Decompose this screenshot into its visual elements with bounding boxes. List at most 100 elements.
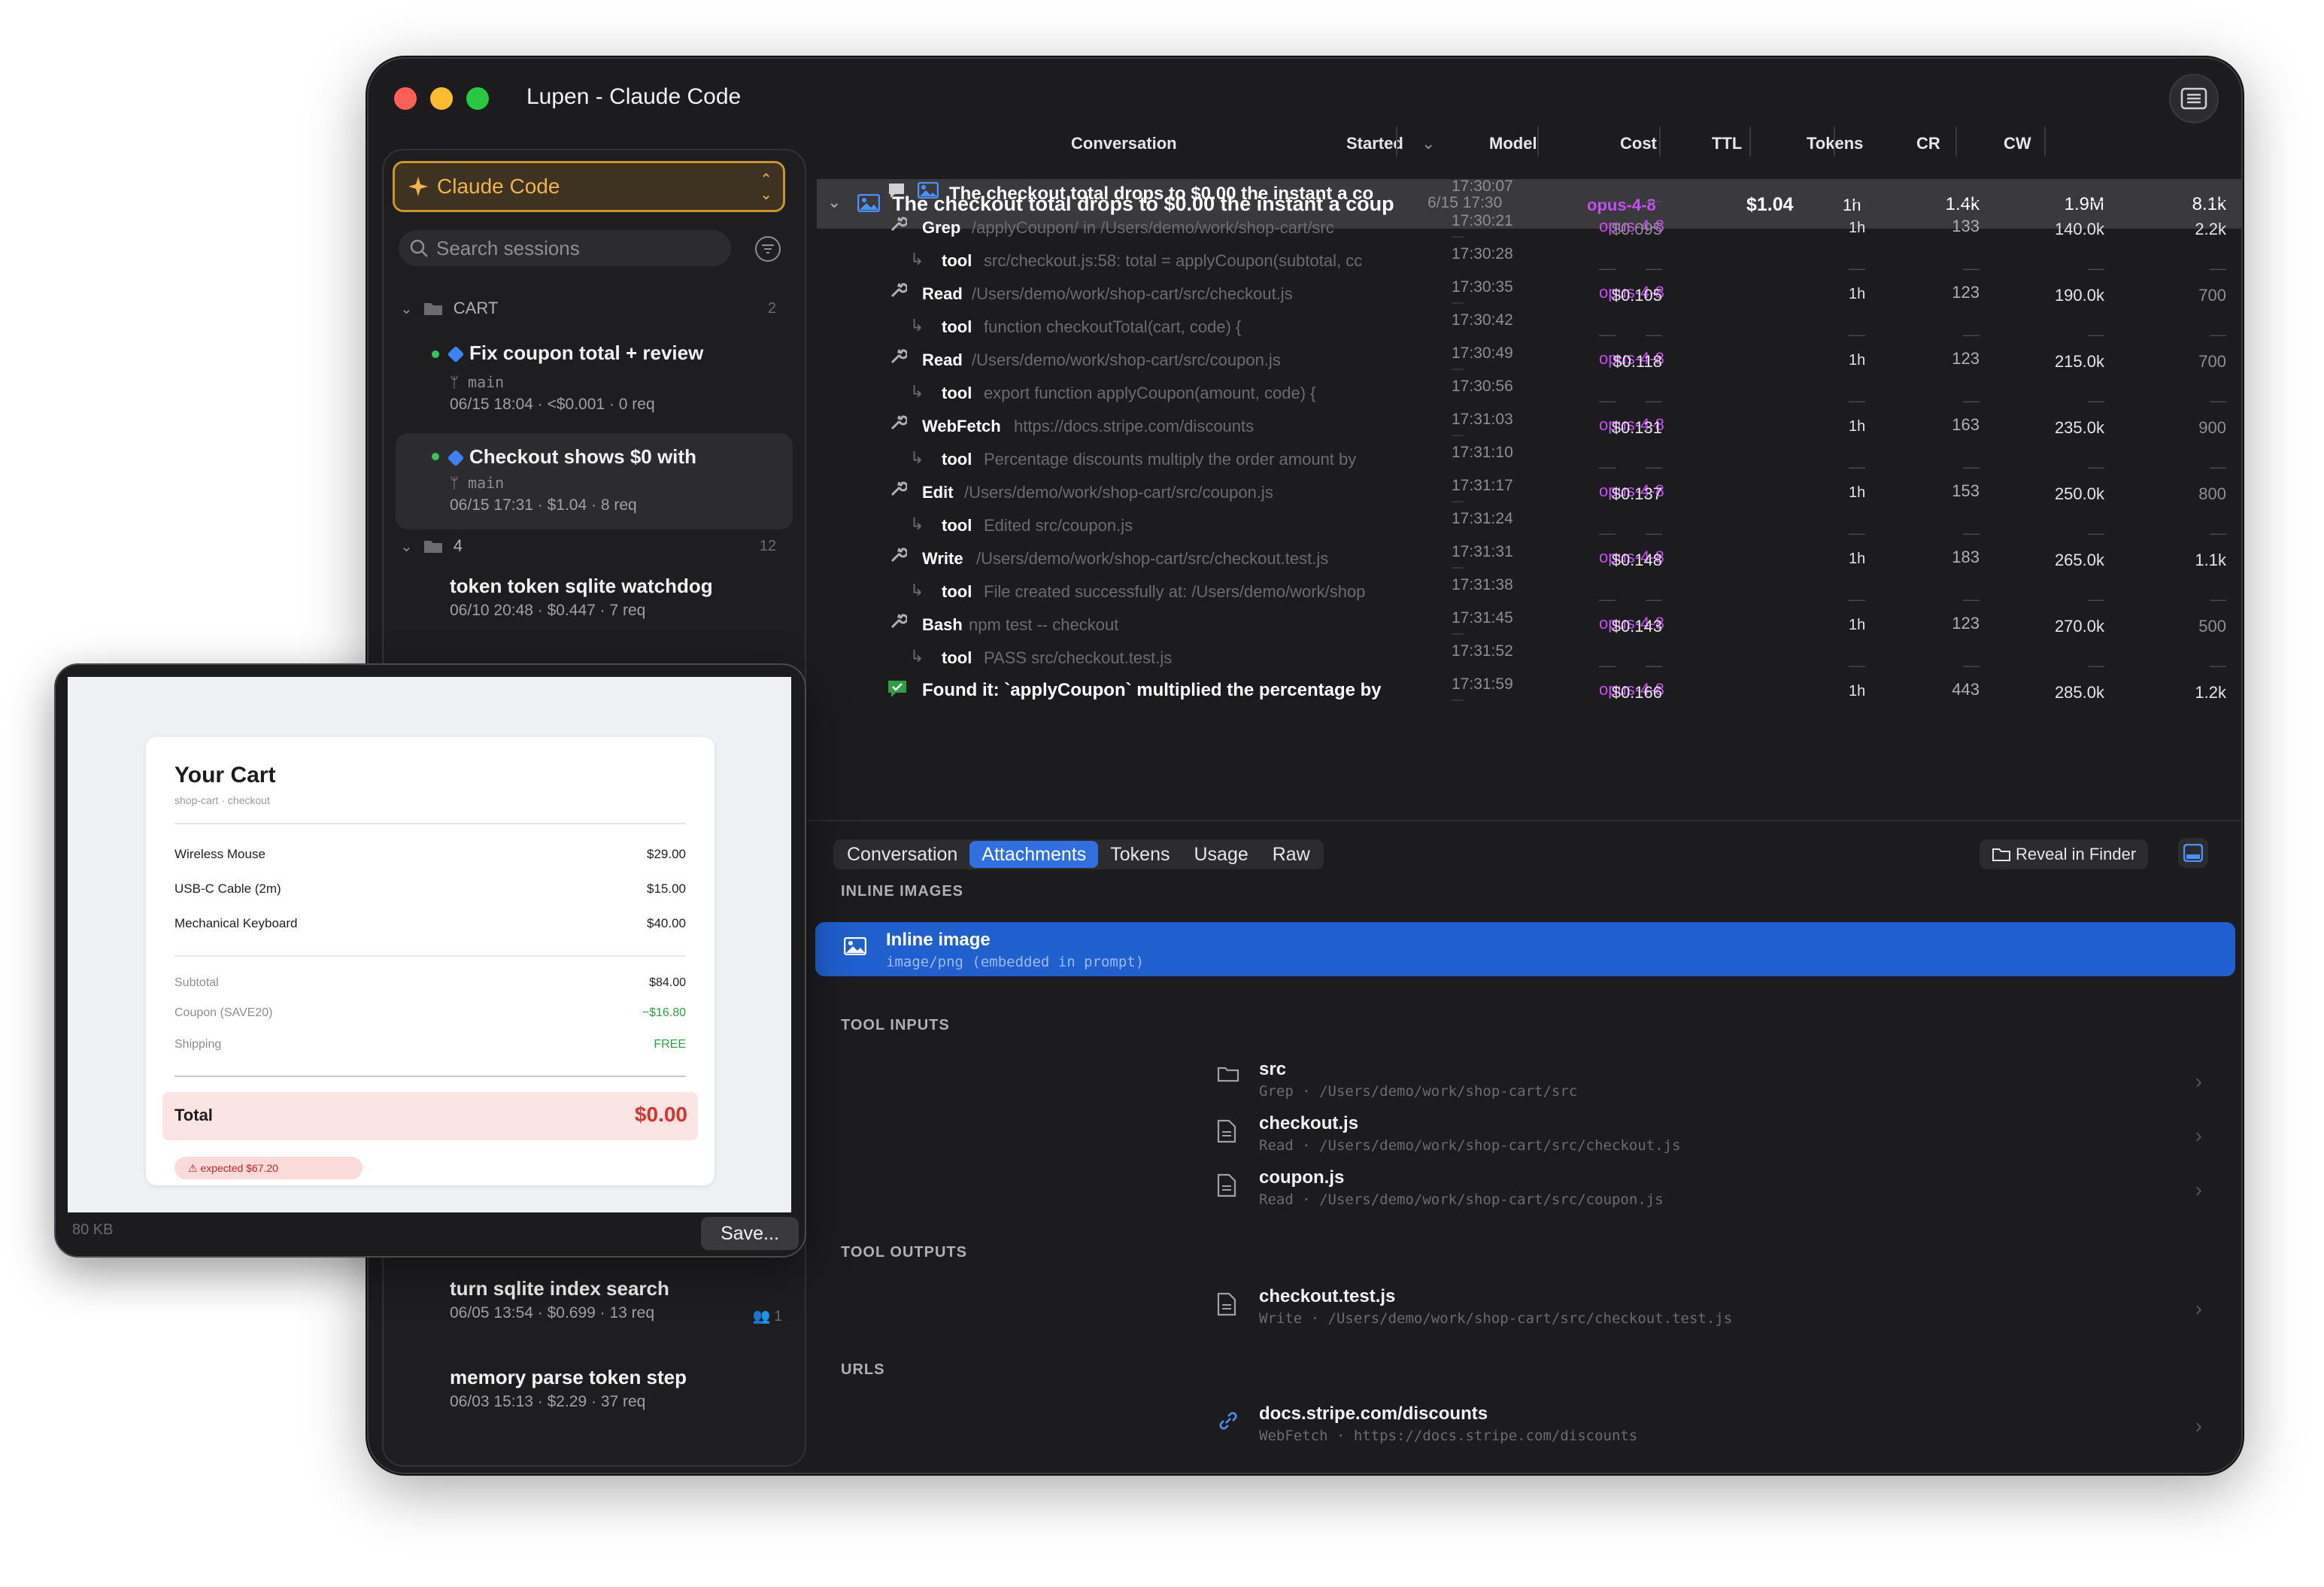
tool-result-row[interactable]: ↳ tool File created successfully at: /User… <box>820 576 2241 609</box>
dash: — <box>1599 656 1616 675</box>
session-meta: 06/10 20:48 · $0.447 · 7 req <box>450 602 646 619</box>
session-item[interactable]: Fix coupon total + review ᛘ main 06/15 1… <box>396 334 793 417</box>
tool-call-row[interactable]: Write/Users/demo/work/shop-cart/src/chec… <box>820 543 2241 576</box>
search-field[interactable]: Search sessions <box>399 230 731 266</box>
wrench-icon <box>890 481 907 496</box>
dash: — <box>1599 325 1616 344</box>
session-item[interactable]: turn sqlite index search 06/05 13:54 · $… <box>396 1274 793 1334</box>
close-window-button[interactable] <box>394 87 417 110</box>
tool-name: Edit <box>922 483 954 502</box>
attachment-item[interactable]: checkout.test.js Write · /Users/demo/work… <box>820 1286 2241 1340</box>
attachment-item[interactable]: src Grep · /Users/demo/work/shop-cart/src… <box>820 1059 2241 1113</box>
divider <box>174 955 686 957</box>
time-cell: 17:31:17 <box>1452 477 1513 494</box>
tab-usage[interactable]: Usage <box>1182 841 1260 868</box>
session-item[interactable]: token token sqlite watchdog 06/10 20:48 … <box>396 572 793 632</box>
zoom-window-button[interactable] <box>466 87 489 110</box>
column-divider <box>1396 126 1397 156</box>
tool-result-row[interactable]: ↳ tool export function applyCoupon(amount,… <box>820 378 2241 411</box>
tool-label: tool <box>942 516 972 535</box>
tab-raw[interactable]: Raw <box>1261 841 1322 868</box>
table-header: Conversation Started ⌄ Model Cost TTL To… <box>820 134 2241 159</box>
group-header-4[interactable]: ⌄ 4 12 <box>400 531 776 561</box>
cost-cell: $0.118 <box>1613 352 1662 371</box>
tab-conversation[interactable]: Conversation <box>835 841 969 868</box>
dash: — <box>1849 391 1865 410</box>
save-button[interactable]: Save... <box>701 1217 799 1250</box>
inspector-toggle-button[interactable] <box>2169 74 2219 123</box>
reveal-in-finder-button[interactable]: Reveal in Finder <box>1980 839 2149 869</box>
cost-cell: $0.105 <box>1611 286 1662 305</box>
attachment-item[interactable]: docs.stripe.com/discounts WebFetch · http… <box>820 1403 2241 1458</box>
coupon-label: Coupon (SAVE20) <box>174 1006 273 1019</box>
chevron-updown-icon: ⌃ ⌄ <box>760 171 772 203</box>
dash: — <box>1599 391 1616 410</box>
session-branch: main <box>468 373 505 391</box>
col-cost[interactable]: Cost <box>1620 134 1657 153</box>
col-conversation[interactable]: Conversation <box>1071 134 1177 153</box>
cw-cell: 900 <box>2198 418 2226 437</box>
source-picker[interactable]: Claude Code ⌃ ⌄ <box>393 161 785 212</box>
session-item-selected[interactable]: Checkout shows $0 with ᛘ main 06/15 17:3… <box>396 433 793 530</box>
dash: — <box>2088 259 2104 278</box>
dash: — <box>2088 191 2104 210</box>
column-divider <box>1834 126 1835 156</box>
tab-tokens[interactable]: Tokens <box>1098 841 1182 868</box>
tool-result-row[interactable]: ↳ tool PASS src/checkout.test.js 17:31:52 — —… <box>820 642 2241 675</box>
tool-result-row[interactable]: ↳ tool src/checkout.js:58: total = applyCo… <box>820 245 2241 278</box>
col-model[interactable]: Model <box>1489 134 1537 153</box>
tab-attachments[interactable]: Attachments <box>969 841 1099 868</box>
total-value: $0.00 <box>634 1103 687 1126</box>
inline-image-item[interactable]: Inline image image/png (embedded in prom… <box>815 922 2235 976</box>
toggle-panel-button[interactable] <box>2178 838 2208 868</box>
minimize-window-button[interactable] <box>430 87 453 110</box>
attachment-item[interactable]: coupon.js Read · /Users/demo/work/shop-ca… <box>820 1167 2241 1221</box>
dash: — <box>1849 523 1865 542</box>
column-divider <box>1659 126 1661 156</box>
tool-output: src/checkout.js:58: total = applyCoupon(… <box>984 251 1363 270</box>
attachment-item[interactable]: checkout.js Read · /Users/demo/work/shop-… <box>820 1113 2241 1167</box>
tool-call-row[interactable]: Grep/applyCoupon/ in /Users/demo/work/sh… <box>820 212 2241 245</box>
tool-call-row[interactable]: WebFetch https://docs.stripe.com/discount… <box>820 411 2241 444</box>
group-name: 4 <box>453 536 463 555</box>
shipping-value: FREE <box>654 1038 686 1051</box>
col-cr[interactable]: CR <box>1916 134 1940 153</box>
dash: — <box>1646 391 1662 410</box>
chat-check-icon <box>888 681 906 697</box>
tool-result-row[interactable]: ↳ tool function checkoutTotal(cart, code) … <box>820 311 2241 344</box>
tokens-cell: 123 <box>1952 349 1980 368</box>
dash: — <box>1452 561 1464 574</box>
col-ttl[interactable]: TTL <box>1712 134 1742 153</box>
chat-bubble-icon <box>889 184 904 198</box>
dash: — <box>1646 259 1662 278</box>
source-picker-label: Claude Code <box>437 174 560 198</box>
tool-call-row[interactable]: Read/Users/demo/work/shop-cart/src/check… <box>820 278 2241 311</box>
tokens-cell: 443 <box>1952 680 1980 699</box>
dash: — <box>1849 457 1865 476</box>
col-cw[interactable]: CW <box>2004 134 2031 153</box>
time-cell: 17:30:07 <box>1452 178 1513 195</box>
tool-result-row[interactable]: ↳ tool Percentage discounts multiply the o… <box>820 444 2241 477</box>
group-header-cart[interactable]: ⌄ CART 2 <box>400 293 776 323</box>
dash: — <box>1849 325 1865 344</box>
chevron-down-icon: ⌄ <box>400 538 413 555</box>
dash: — <box>2088 457 2104 476</box>
tool-call-row[interactable]: Edit/Users/demo/work/shop-cart/src/coupo… <box>820 477 2241 510</box>
split-divider[interactable] <box>808 820 2241 821</box>
dash: — <box>1963 523 1980 542</box>
ttl-cell: 1h <box>1849 418 1866 435</box>
tool-call-row[interactable]: Read/Users/demo/work/shop-cart/src/coupo… <box>820 344 2241 378</box>
search-placeholder: Search sessions <box>436 236 580 259</box>
tokens-cell: 133 <box>1952 217 1980 235</box>
filter-icon[interactable] <box>755 236 781 262</box>
tool-result-row[interactable]: ↳ tool Edited src/coupon.js 17:31:24 — — — — — — <box>820 510 2241 543</box>
message-row[interactable]: The checkout total drops to $0.00 the in… <box>820 178 2241 211</box>
dash: — <box>1452 627 1464 640</box>
attachment-icon <box>1217 1409 1239 1436</box>
col-started[interactable]: Started <box>1346 134 1403 153</box>
tokens-cell: 183 <box>1952 548 1980 566</box>
tool-call-row[interactable]: Bash npm test -- checkout opus-4-8 $0.143 1h… <box>820 609 2241 642</box>
session-item[interactable]: memory parse token step 06/03 15:13 · $2… <box>396 1363 793 1423</box>
chevron-right-icon: › <box>2195 1297 2202 1320</box>
response-row[interactable]: Found it: `applyCoupon` multiplied the p… <box>820 675 2241 709</box>
